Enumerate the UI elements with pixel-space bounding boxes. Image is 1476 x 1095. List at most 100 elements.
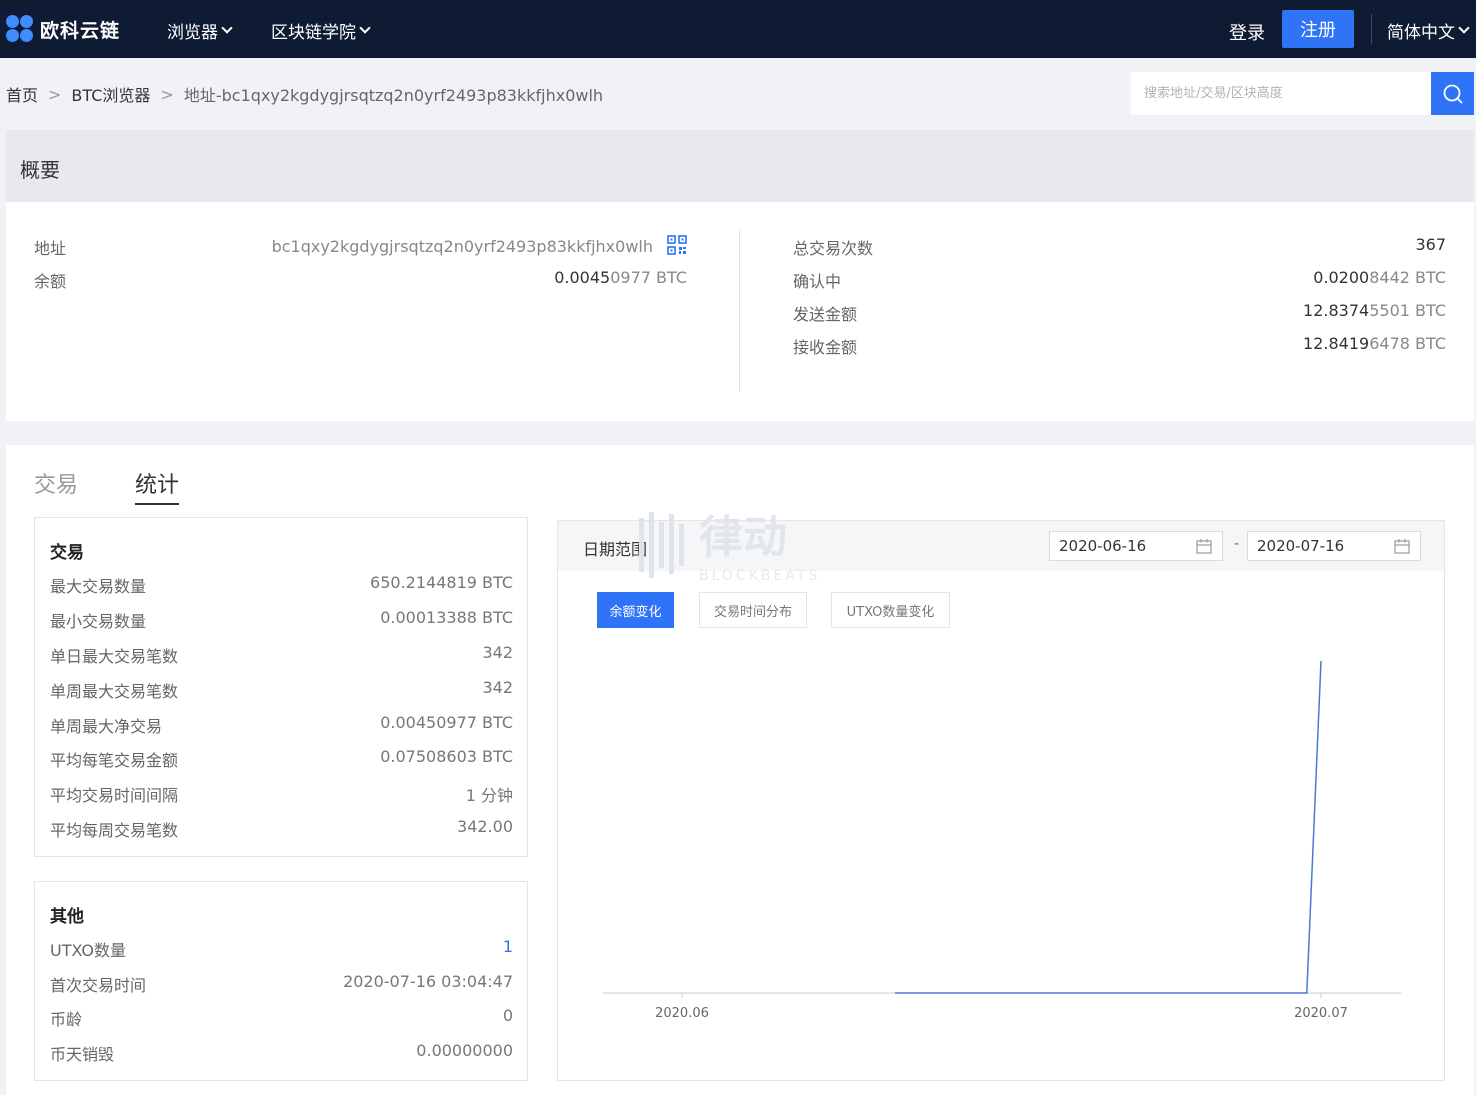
stat-row: 首次交易时间 2020-07-16 03:04:47 bbox=[50, 972, 513, 995]
stat-row: 最小交易数量 0.00013388 BTC bbox=[50, 608, 513, 631]
utxo-count-link[interactable]: 1 bbox=[503, 937, 513, 956]
balance-main: 0.0045 bbox=[554, 268, 611, 287]
sent-main: 12.8374 bbox=[1303, 301, 1370, 320]
search-button[interactable] bbox=[1431, 72, 1474, 115]
logo-icon bbox=[6, 15, 36, 43]
sent-rest: 5501 BTC bbox=[1369, 301, 1446, 320]
overview-confirming-row: 确认中 0.02008442 BTC bbox=[793, 268, 1446, 291]
stat-label: 平均每周交易笔数 bbox=[50, 821, 179, 840]
qrcode-icon[interactable] bbox=[667, 235, 687, 255]
stat-value: 342.00 bbox=[457, 817, 513, 836]
stat-value: 0.00013388 BTC bbox=[380, 608, 513, 627]
stat-label: 最大交易数量 bbox=[50, 577, 147, 596]
stat-value: 2020-07-16 03:04:47 bbox=[343, 972, 513, 991]
overview-sent-row: 发送金额 12.83745501 BTC bbox=[793, 301, 1446, 324]
address-value-wrap: bc1qxy2kgdygjrsqtzq2n0yrf2493p83kkfjhx0w… bbox=[272, 235, 687, 256]
confirming-label: 确认中 bbox=[793, 272, 842, 291]
stat-label: 单日最大交易笔数 bbox=[50, 647, 179, 666]
nav-divider bbox=[1371, 14, 1372, 44]
x-tick-label: 2020.07 bbox=[1294, 1006, 1348, 1021]
stat-row: 单周最大交易笔数 342 bbox=[50, 678, 513, 701]
overview-total-tx-row: 总交易次数 367 bbox=[793, 235, 1446, 258]
login-link[interactable]: 登录 bbox=[1229, 19, 1265, 45]
watermark-logo: 律动 BLOCKBEATS bbox=[637, 510, 847, 590]
stat-label: 币天销毁 bbox=[50, 1045, 115, 1064]
watermark-text: 律动 bbox=[699, 512, 787, 563]
total-tx-label: 总交易次数 bbox=[793, 239, 874, 258]
chevron-down-icon bbox=[359, 22, 371, 34]
nav-menu-explorer[interactable]: 浏览器 bbox=[167, 18, 233, 43]
trade-card-title: 交易 bbox=[50, 543, 84, 563]
stat-label: 单周最大交易笔数 bbox=[50, 682, 179, 701]
breadcrumb-current: 地址-bc1qxy2kgdygjrsqtzq2n0yrf2493p83kkfjh… bbox=[183, 86, 604, 105]
stat-label: 首次交易时间 bbox=[50, 976, 147, 995]
stat-row: 币天销毁 0.00000000 bbox=[50, 1041, 513, 1064]
language-label: 简体中文 bbox=[1387, 23, 1455, 43]
top-navbar: 欧科云链 浏览器 区块链学院 登录 注册 简体中文 bbox=[0, 0, 1476, 58]
stat-label: 平均交易时间间隔 bbox=[50, 786, 179, 805]
search-icon bbox=[1443, 84, 1462, 103]
stat-row: 单日最大交易笔数 342 bbox=[50, 643, 513, 666]
overview-address-row: 地址 bc1qxy2kgdygjrsqtzq2n0yrf2493p83kkfjh… bbox=[34, 235, 687, 258]
stat-row: 币龄 0 bbox=[50, 1006, 513, 1029]
breadcrumb-explorer[interactable]: BTC浏览器 bbox=[71, 82, 150, 106]
chevron-down-icon bbox=[1458, 22, 1470, 34]
language-selector[interactable]: 简体中文 bbox=[1387, 18, 1470, 43]
x-axis-ticks: 2020.06 2020.07 bbox=[655, 993, 1348, 1021]
overview-received-row: 接收金额 12.84196478 BTC bbox=[793, 334, 1446, 357]
stat-value: 0.00000000 bbox=[416, 1041, 513, 1060]
tab-transactions[interactable]: 交易 bbox=[34, 467, 78, 505]
balance-rest: 0977 BTC bbox=[610, 268, 687, 287]
stat-row: 平均交易时间间隔 1 分钟 bbox=[50, 782, 513, 805]
received-value: 12.84196478 BTC bbox=[1303, 334, 1446, 353]
stat-value: 1 分钟 bbox=[465, 786, 513, 805]
watermark-icon: 律动 BLOCKBEATS bbox=[639, 512, 820, 584]
stat-row: 最大交易数量 650.2144819 BTC bbox=[50, 573, 513, 596]
received-label: 接收金额 bbox=[793, 338, 858, 357]
total-tx-value: 367 bbox=[1415, 235, 1446, 254]
tab-statistics[interactable]: 统计 bbox=[135, 467, 180, 505]
search-input[interactable] bbox=[1131, 72, 1431, 115]
balance-series-line bbox=[895, 660, 1322, 994]
stat-label: 币龄 bbox=[50, 1010, 83, 1029]
overview-balance-row: 余额 0.00450977 BTC bbox=[34, 268, 687, 291]
confirming-main: 0.0200 bbox=[1313, 268, 1370, 287]
sent-label: 发送金额 bbox=[793, 305, 858, 324]
other-card-title: 其他 bbox=[50, 907, 84, 927]
watermark-subtext: BLOCKBEATS bbox=[699, 568, 820, 584]
register-button[interactable]: 注册 bbox=[1282, 10, 1354, 48]
other-stats-card: 其他 UTXO数量 1 首次交易时间 2020-07-16 03:04:47 币龄 0… bbox=[34, 881, 528, 1081]
stat-value: 0 bbox=[502, 1006, 513, 1025]
nav-menu-academy[interactable]: 区块链学院 bbox=[271, 18, 371, 43]
breadcrumb-separator: > bbox=[160, 84, 174, 104]
stat-label: 最小交易数量 bbox=[50, 612, 147, 631]
logo-text: 欧科云链 bbox=[40, 19, 121, 42]
address-value[interactable]: bc1qxy2kgdygjrsqtzq2n0yrf2493p83kkfjhx0w… bbox=[272, 237, 653, 256]
stat-row: 单周最大净交易 0.00450977 BTC bbox=[50, 713, 513, 736]
nav-menu-explorer-label: 浏览器 bbox=[167, 23, 218, 43]
overview-divider bbox=[739, 230, 740, 392]
x-tick-label: 2020.06 bbox=[655, 1006, 709, 1021]
overview-panel: 地址 bc1qxy2kgdygjrsqtzq2n0yrf2493p83kkfjh… bbox=[6, 202, 1474, 421]
stat-label: 平均每笔交易金额 bbox=[50, 751, 179, 770]
stat-label: 单周最大净交易 bbox=[50, 717, 163, 736]
stat-value: 0.07508603 BTC bbox=[380, 747, 513, 766]
stat-value: 342 bbox=[482, 678, 513, 697]
overview-header: 概要 bbox=[6, 130, 1474, 202]
stat-row: 平均每笔交易金额 0.07508603 BTC bbox=[50, 747, 513, 770]
logo[interactable]: 欧科云链 bbox=[6, 15, 120, 43]
received-main: 12.8419 bbox=[1303, 334, 1370, 353]
stat-value: 0.00450977 BTC bbox=[380, 713, 513, 732]
balance-line-chart: 2020.06 2020.07 bbox=[603, 660, 1401, 1021]
sent-value: 12.83745501 BTC bbox=[1303, 301, 1446, 320]
search-box bbox=[1131, 72, 1431, 115]
breadcrumb-home[interactable]: 首页 bbox=[6, 82, 38, 106]
address-label: 地址 bbox=[34, 239, 67, 258]
confirming-rest: 8442 BTC bbox=[1369, 268, 1446, 287]
overview-title: 概要 bbox=[20, 158, 60, 182]
balance-label: 余额 bbox=[34, 272, 67, 291]
trade-stats-card: 交易 最大交易数量 650.2144819 BTC 最小交易数量 0.0001338… bbox=[34, 517, 528, 857]
balance-value: 0.00450977 BTC bbox=[554, 268, 687, 287]
confirming-value: 0.02008442 BTC bbox=[1313, 268, 1446, 287]
stat-row: 平均每周交易笔数 342.00 bbox=[50, 817, 513, 840]
